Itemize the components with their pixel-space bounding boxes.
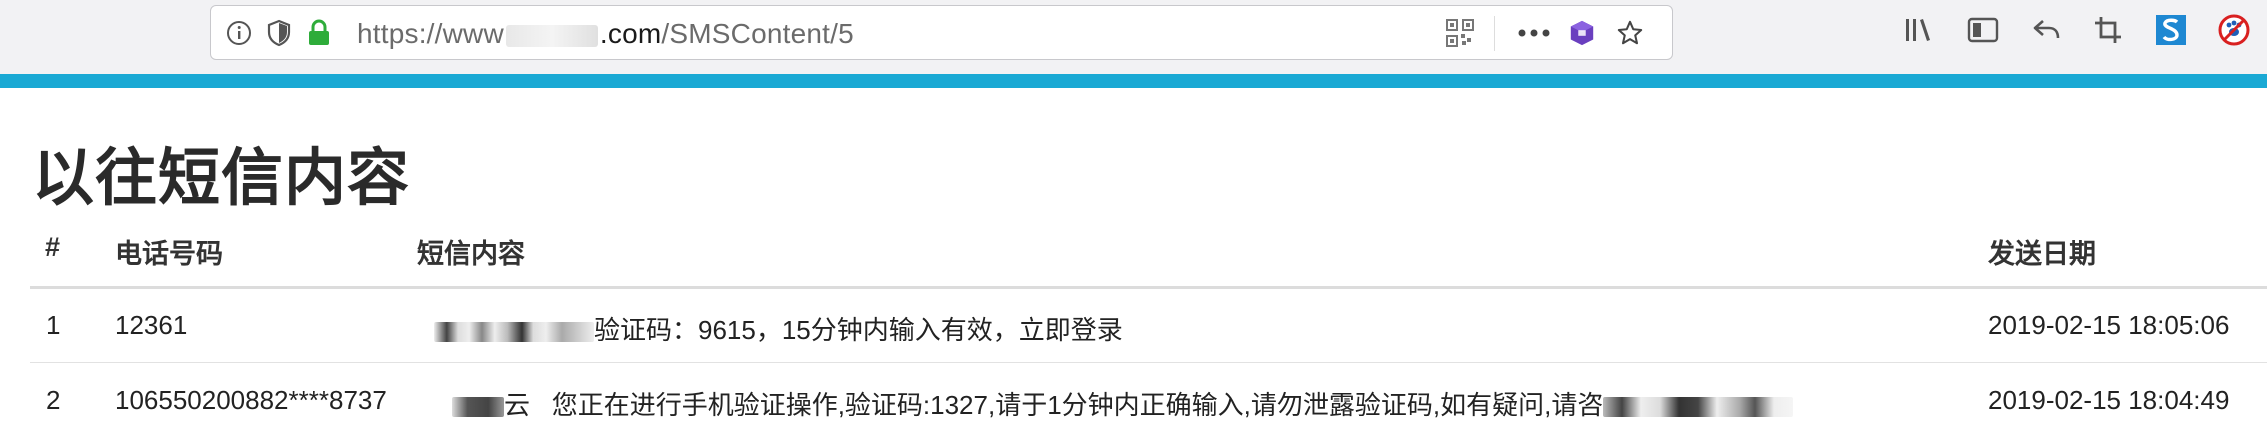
row-index: 1 — [46, 310, 61, 340]
library-icon[interactable] — [1903, 14, 1935, 46]
extension-cube-icon[interactable] — [1568, 19, 1596, 47]
sidebar-icon[interactable] — [1967, 14, 1999, 46]
column-header-phone: 电话号码 — [115, 239, 223, 269]
url-text[interactable]: https://www .com/SMSContent/5 — [357, 18, 854, 50]
row-content-prefix: 云 — [504, 390, 531, 420]
url-path: /SMSContent/5 — [661, 18, 854, 49]
row-content-cell: 验证码：9615，15分钟内输入有效，立即登录 — [434, 310, 1123, 347]
browser-toolbar: https://www .com/SMSContent/5 — [0, 0, 2267, 74]
url-separator — [1494, 16, 1495, 51]
tracking-shield-icon[interactable] — [265, 19, 293, 47]
info-icon[interactable] — [225, 19, 253, 47]
column-header-content: 短信内容 — [417, 239, 525, 269]
bookmark-star-icon[interactable] — [1616, 19, 1644, 47]
column-header-date: 发送日期 — [1988, 239, 2096, 269]
crop-screenshot-icon[interactable] — [2093, 14, 2125, 46]
top-accent-bar — [0, 74, 2267, 88]
row-date: 2019-02-15 18:04:49 — [1988, 385, 2230, 415]
lock-icon[interactable] — [305, 19, 333, 47]
address-bar[interactable]: https://www .com/SMSContent/5 — [210, 5, 1673, 60]
qr-code-icon[interactable] — [1446, 19, 1474, 47]
row-phone: 12361 — [115, 310, 188, 340]
row-divider — [30, 362, 2267, 363]
url-redaction — [505, 24, 598, 47]
url-prefix: https://www — [357, 18, 504, 49]
row-content: 验证码：9615，15分钟内输入有效，立即登录 — [594, 315, 1123, 345]
page-title: 以往短信内容 — [32, 144, 411, 213]
more-actions-icon[interactable] — [1517, 19, 1551, 47]
row-content-cell: 云 您正在进行手机验证操作,验证码:1327,请于1分钟内正确输入,请勿泄露验证… — [452, 385, 1794, 422]
s-extension-icon[interactable] — [2155, 14, 2187, 46]
header-divider — [30, 286, 2267, 289]
blocker-paw-icon[interactable] — [2218, 14, 2250, 46]
row-phone: 106550200882****8737 — [115, 385, 387, 415]
url-domain: .com — [599, 18, 662, 49]
redacted-tail — [1603, 397, 1794, 418]
undo-arrow-icon[interactable] — [2031, 14, 2063, 46]
row-index: 2 — [46, 385, 61, 415]
redacted-sender — [434, 322, 594, 343]
row-content: 您正在进行手机验证操作,验证码:1327,请于1分钟内正确输入,请勿泄露验证码,… — [551, 390, 1604, 420]
column-header-index: # — [45, 232, 61, 262]
redacted-sender — [452, 397, 504, 418]
row-date: 2019-02-15 18:05:06 — [1988, 310, 2230, 340]
